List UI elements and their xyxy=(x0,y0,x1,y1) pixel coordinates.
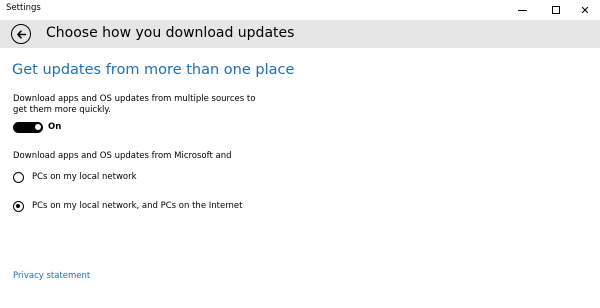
back-button[interactable] xyxy=(11,24,31,44)
page-title: Choose how you download updates xyxy=(46,25,295,41)
section-heading: Get updates from more than one place xyxy=(12,62,295,78)
close-icon: ✕ xyxy=(580,3,590,17)
delivery-optimization-toggle[interactable] xyxy=(13,122,43,133)
section-description: Download apps and OS updates from multip… xyxy=(13,94,256,115)
toggle-state-label: On xyxy=(48,122,62,132)
radio-selected-icon xyxy=(13,200,24,212)
maximize-icon xyxy=(552,6,560,14)
privacy-statement-link[interactable]: Privacy statement xyxy=(13,271,90,281)
radio-local-and-internet[interactable]: PCs on my local network, and PCs on the … xyxy=(13,199,243,213)
radio-label: PCs on my local network, and PCs on the … xyxy=(32,201,243,211)
toggle-knob xyxy=(35,124,41,130)
source-group-label: Download apps and OS updates from Micros… xyxy=(13,151,232,161)
title-bar: Settings ✕ xyxy=(0,0,600,20)
radio-unselected-icon xyxy=(13,171,24,183)
maximize-button[interactable] xyxy=(541,0,571,20)
page-header: Choose how you download updates xyxy=(0,20,600,48)
radio-dot xyxy=(16,203,21,208)
back-arrow-icon xyxy=(16,29,26,39)
radio-label: PCs on my local network xyxy=(32,172,137,182)
window-title: Settings xyxy=(6,3,41,13)
minimize-button[interactable] xyxy=(507,0,537,20)
radio-local-network[interactable]: PCs on my local network xyxy=(13,170,137,184)
close-button[interactable]: ✕ xyxy=(570,0,600,20)
minimize-icon xyxy=(517,9,527,11)
